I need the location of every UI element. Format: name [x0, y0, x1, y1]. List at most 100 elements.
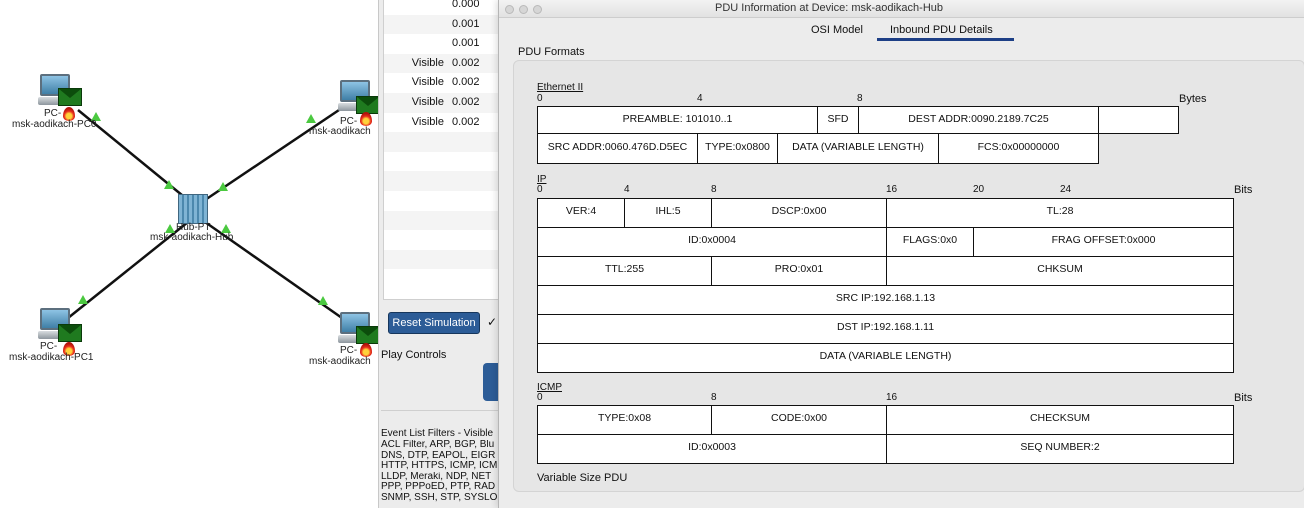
field-ver: VER:4 [537, 198, 625, 228]
field-dscp: DSCP:0x00 [711, 198, 887, 228]
field-src-addr: SRC ADDR:0060.476D.D5EC [537, 133, 698, 164]
event-row[interactable]: Visible 0.002 [384, 53, 510, 74]
event-row[interactable]: 0.001 [384, 14, 510, 35]
field-ip-chksum: CHKSUM [886, 256, 1234, 286]
pc3-type-label: PC- [340, 345, 358, 356]
event-list[interactable]: 0.000 0.001 0.001 Visible 0.002 Visible … [383, 0, 510, 300]
link-status-icon [218, 182, 228, 191]
field-eth-data: DATA (VARIABLE LENGTH) [777, 133, 939, 164]
ethernet-section-title: Ethernet II [537, 82, 584, 93]
field-seq-number: SEQ NUMBER:2 [886, 434, 1234, 464]
field-ip-id: ID:0x0004 [537, 227, 887, 257]
event-time-cell: 0.002 [452, 76, 480, 89]
event-row[interactable]: 0.001 [384, 34, 510, 54]
link-status-icon [164, 180, 174, 189]
pc0-type-label: PC- [44, 108, 62, 119]
field-flags: FLAGS:0x0 [886, 227, 974, 257]
pdu-envelope-icon[interactable] [356, 326, 380, 344]
ip-tick: 4 [624, 184, 630, 195]
event-visible-cell: Visible [411, 56, 444, 69]
ip-tick: 20 [973, 184, 985, 195]
event-row[interactable]: Visible 0.002 [384, 112, 510, 133]
ethernet-tick: 4 [697, 93, 703, 104]
field-icmp-checksum: CHECKSUM [886, 405, 1234, 435]
filter-list-line[interactable]: DNS, DTP, EAPOL, EIGR [381, 451, 501, 462]
ethernet-tick: 0 [537, 93, 543, 104]
field-sfd: SFD [817, 106, 859, 134]
ethernet-unit: Bytes [1179, 93, 1207, 105]
field-ethernet-blank [1098, 106, 1179, 134]
pc1-name-label[interactable]: msk-aodikach-PC1 [9, 352, 93, 363]
divider [381, 410, 501, 411]
pdu-envelope-icon[interactable] [58, 88, 82, 106]
field-eth-type: TYPE:0x0800 [697, 133, 778, 164]
event-filters-title: Event List Filters - Visible [381, 428, 494, 439]
pdu-envelope-icon[interactable] [356, 96, 380, 114]
event-time-cell: 0.002 [452, 56, 480, 69]
pdu-envelope-icon[interactable] [58, 324, 82, 342]
icmp-tick: 16 [886, 392, 898, 403]
collision-flame-icon [360, 343, 372, 357]
hub-device-icon[interactable] [178, 194, 208, 224]
event-time-cell: 0.001 [452, 17, 480, 30]
pdu-formats-label: PDU Formats [518, 46, 585, 58]
event-row-empty [384, 171, 510, 191]
ip-tick: 0 [537, 184, 543, 195]
pc2-name-label[interactable]: msk-aodikach [309, 126, 371, 137]
event-row[interactable]: 0.000 [384, 0, 510, 15]
ip-tick: 8 [711, 184, 717, 195]
topology-canvas[interactable]: PC- msk-aodikach-PC0 PC- msk-aodikach Hu… [0, 0, 380, 508]
event-time-cell: 0.002 [452, 96, 480, 108]
event-row-empty [384, 269, 510, 289]
ip-unit: Bits [1234, 184, 1253, 196]
field-src-ip: SRC IP:192.168.1.13 [537, 285, 1234, 315]
filter-list-line[interactable]: HTTP, HTTPS, ICMP, ICM [381, 461, 501, 472]
tab-inbound-pdu-details[interactable]: Inbound PDU Details [890, 24, 993, 36]
window-titlebar[interactable]: PDU Information at Device: msk-aodikach-… [499, 0, 1304, 18]
pc1-type-label: PC- [40, 341, 58, 352]
filter-list-line[interactable]: SNMP, SSH, STP, SYSLO [381, 493, 501, 504]
variable-size-pdu-label: Variable Size PDU [537, 472, 628, 484]
filter-list-line[interactable]: ACL Filter, ARP, BGP, Blu [381, 440, 501, 451]
field-ip-data: DATA (VARIABLE LENGTH) [537, 343, 1234, 373]
icmp-tick: 8 [711, 392, 717, 403]
collision-flame-icon [360, 112, 372, 126]
event-row-empty [384, 210, 510, 231]
event-visible-cell: Visible [411, 115, 444, 128]
event-row-empty [384, 191, 510, 211]
field-icmp-type: TYPE:0x08 [537, 405, 712, 435]
field-fcs: FCS:0x00000000 [938, 133, 1099, 164]
event-time-cell: 0.001 [452, 37, 480, 50]
pdu-info-window: PDU Information at Device: msk-aodikach-… [498, 0, 1304, 508]
pc3-name-label[interactable]: msk-aodikach [309, 356, 371, 367]
window-title: PDU Information at Device: msk-aodikach-… [714, 2, 944, 14]
field-dest-addr: DEST ADDR:0090.2189.7C25 [858, 106, 1099, 134]
checkmark-icon[interactable]: ✓ [487, 315, 497, 329]
field-icmp-code: CODE:0x00 [711, 405, 887, 435]
link-status-icon [306, 114, 316, 123]
link-status-icon [78, 295, 88, 304]
ip-tick: 16 [886, 184, 898, 195]
pc0-name-label[interactable]: msk-aodikach-PC0 [12, 119, 96, 130]
field-frag-offset: FRAG OFFSET:0x000 [973, 227, 1234, 257]
ethernet-tick: 8 [857, 93, 863, 104]
ip-tick: 24 [1060, 184, 1072, 195]
event-row[interactable]: Visible 0.002 [384, 93, 510, 113]
field-preamble: PREAMBLE: 101010..1 [537, 106, 818, 134]
event-visible-cell: Visible [411, 76, 444, 89]
filter-list-line[interactable]: PPP, PPPoED, PTP, RAD [381, 482, 501, 493]
field-ttl: TTL:255 [537, 256, 712, 286]
event-time-cell: 0.000 [452, 0, 480, 10]
field-pro: PRO:0x01 [711, 256, 887, 286]
play-controls-label: Play Controls [381, 349, 447, 361]
reset-simulation-button[interactable]: Reset Simulation [388, 312, 480, 334]
field-icmp-id: ID:0x0003 [537, 434, 887, 464]
tab-osi-model[interactable]: OSI Model [811, 24, 863, 36]
event-row[interactable]: Visible 0.002 [384, 73, 510, 93]
hub-name-label[interactable]: msk-aodikach-Hub [150, 232, 233, 243]
event-row-empty [384, 151, 510, 172]
active-tab-indicator [877, 38, 1014, 41]
event-row-empty [384, 132, 510, 152]
filter-list-line[interactable]: LLDP, Meraki, NDP, NET [381, 472, 501, 483]
icmp-tick: 0 [537, 392, 543, 403]
